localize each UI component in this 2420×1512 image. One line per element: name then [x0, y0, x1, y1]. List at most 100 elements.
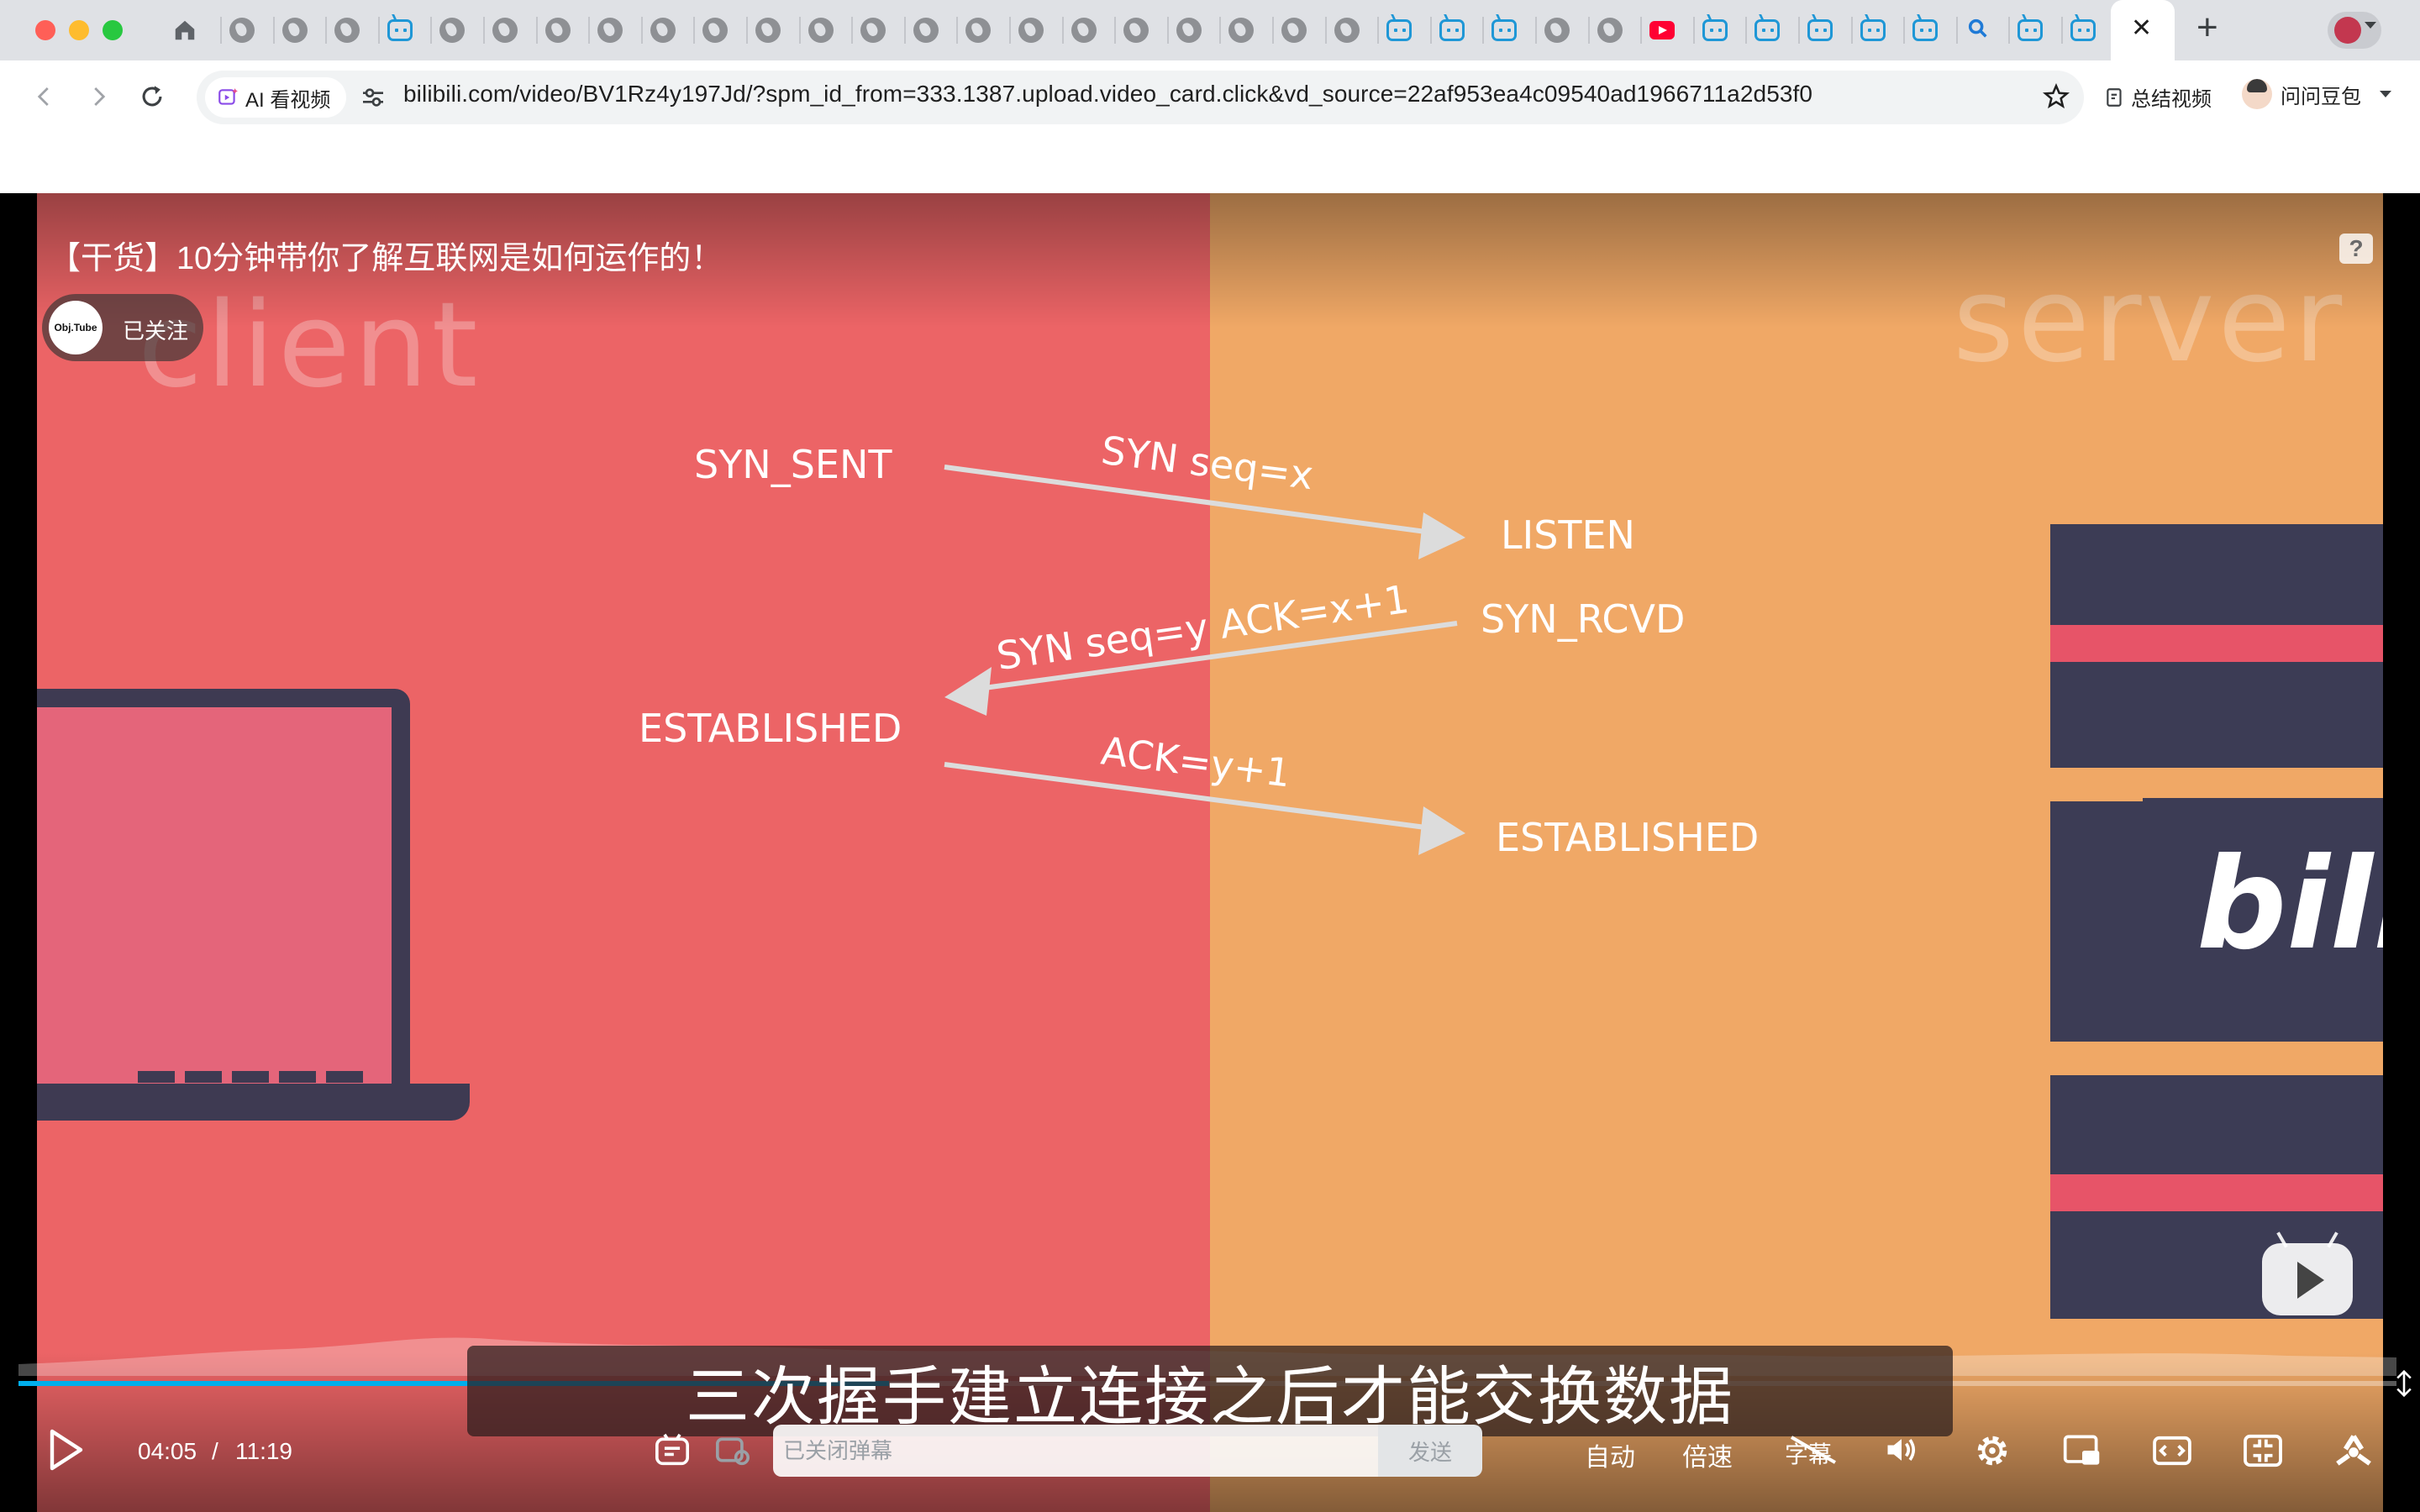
summarize-video-button[interactable]: 总结视频	[2104, 82, 2212, 112]
bilibili-tv-icon[interactable]	[2262, 1231, 2353, 1315]
tab-separator	[1324, 17, 1327, 44]
minimize-window-button[interactable]	[69, 20, 89, 40]
tab-bilibili-favicon[interactable]	[1489, 15, 1519, 45]
tab-separator	[535, 17, 538, 44]
globe-icon	[860, 18, 886, 43]
tab-globe-favicon[interactable]	[1595, 15, 1625, 45]
tab-separator	[2061, 17, 2063, 44]
tab-separator	[1692, 17, 1695, 44]
tab-search-favicon[interactable]	[1963, 15, 1993, 45]
reload-icon[interactable]	[138, 82, 166, 115]
tab-globe-favicon[interactable]	[1174, 15, 1204, 45]
globe-icon	[1334, 18, 1360, 43]
tab-globe-favicon[interactable]	[911, 15, 941, 45]
danmaku-settings-icon[interactable]	[714, 1433, 751, 1471]
play-button[interactable]	[47, 1428, 84, 1476]
back-icon[interactable]	[32, 82, 57, 115]
forward-icon[interactable]	[86, 82, 111, 115]
danmaku-toggle-icon[interactable]	[654, 1433, 691, 1471]
chevron-down-icon[interactable]	[2380, 91, 2391, 97]
danmaku-input[interactable]: 已关闭弹幕	[773, 1425, 1378, 1477]
site-settings-icon[interactable]	[360, 84, 387, 115]
tab-globe-favicon[interactable]	[543, 15, 573, 45]
tab-globe-favicon[interactable]	[1332, 15, 1362, 45]
tab-globe-favicon[interactable]	[1069, 15, 1099, 45]
home-icon[interactable]	[170, 15, 200, 45]
globe-icon	[808, 18, 834, 43]
tab-globe-favicon[interactable]	[595, 15, 625, 45]
listen-state: LISTEN	[1501, 512, 1635, 558]
tab-separator	[1429, 17, 1432, 44]
tab-globe-favicon[interactable]	[437, 15, 467, 45]
tab-globe-favicon[interactable]	[648, 15, 678, 45]
close-tab-icon[interactable]: ✕	[2131, 13, 2152, 43]
tab-bilibili-favicon[interactable]	[2068, 15, 2098, 45]
globe-icon	[439, 18, 466, 43]
tab-bilibili-favicon[interactable]	[1700, 15, 1730, 45]
video-frame[interactable]: client server bili SY	[37, 193, 2383, 1512]
fullscreen-icon[interactable]	[2333, 1431, 2375, 1474]
tab-bilibili-favicon[interactable]	[1437, 15, 1467, 45]
tab-globe-favicon[interactable]	[332, 15, 362, 45]
seek-cursor-icon[interactable]	[2393, 1369, 2415, 1404]
picture-in-picture-icon[interactable]	[2062, 1433, 2102, 1473]
tab-globe-favicon[interactable]	[806, 15, 836, 45]
bilibili-icon	[1754, 19, 1781, 41]
help-icon[interactable]: ?	[2339, 234, 2373, 264]
playback-speed-button[interactable]: 倍速	[1682, 1436, 1733, 1473]
tab-bilibili-favicon[interactable]	[1805, 15, 1835, 45]
total-time: 11:19	[235, 1438, 292, 1464]
tab-separator	[746, 17, 748, 44]
tab-globe-favicon[interactable]	[280, 15, 310, 45]
ask-doubao-button[interactable]: 问问豆包	[2242, 79, 2391, 109]
tab-strip	[0, 0, 2420, 60]
tab-globe-favicon[interactable]	[1226, 15, 1256, 45]
tab-separator	[640, 17, 643, 44]
tab-bilibili-favicon[interactable]	[1910, 15, 1940, 45]
tab-globe-favicon[interactable]	[963, 15, 993, 45]
globe-icon	[492, 18, 518, 43]
profile-menu[interactable]	[2328, 12, 2381, 49]
tab-youtube-favicon[interactable]	[1647, 15, 1677, 45]
tab-globe-favicon[interactable]	[490, 15, 520, 45]
bookmark-star-icon[interactable]	[2042, 82, 2070, 115]
ai-watch-video-button[interactable]: AI 看视频	[205, 77, 346, 118]
subtitle-toggle-button[interactable]: 字幕	[1785, 1431, 1836, 1468]
web-fullscreen-icon[interactable]	[2244, 1433, 2282, 1473]
bilibili-icon	[1807, 19, 1833, 41]
video-player[interactable]: client server bili SY	[0, 193, 2420, 1512]
tab-bilibili-favicon[interactable]	[385, 15, 415, 45]
tab-globe-favicon[interactable]	[1279, 15, 1309, 45]
tab-separator	[1219, 17, 1222, 44]
tab-separator	[1640, 17, 1643, 44]
tab-globe-favicon[interactable]	[858, 15, 888, 45]
tab-separator	[1850, 17, 1853, 44]
url-text[interactable]: bilibili.com/video/BV1Rz4y197Jd/?spm_id_…	[403, 81, 1812, 108]
tab-bilibili-favicon[interactable]	[1752, 15, 1782, 45]
tab-globe-favicon[interactable]	[753, 15, 783, 45]
widescreen-icon[interactable]	[2153, 1435, 2191, 1471]
tab-separator	[483, 17, 485, 44]
follow-status[interactable]: 已关注	[123, 314, 188, 345]
tab-globe-favicon[interactable]	[1121, 15, 1151, 45]
tab-separator	[1114, 17, 1117, 44]
bilibili-icon	[1912, 19, 1939, 41]
new-tab-button[interactable]: +	[2196, 7, 2218, 49]
tab-bilibili-favicon[interactable]	[1858, 15, 1888, 45]
tab-globe-favicon[interactable]	[227, 15, 257, 45]
tab-bilibili-favicon[interactable]	[1384, 15, 1414, 45]
bilibili-icon	[1386, 19, 1413, 41]
volume-icon[interactable]	[1882, 1431, 1921, 1473]
tab-bilibili-favicon[interactable]	[2015, 15, 2045, 45]
tab-globe-favicon[interactable]	[1016, 15, 1046, 45]
maximize-window-button[interactable]	[103, 20, 123, 40]
syn-sent-state: SYN_SENT	[694, 442, 892, 487]
tab-globe-favicon[interactable]	[700, 15, 730, 45]
send-danmaku-button[interactable]: 发送	[1378, 1425, 1482, 1477]
settings-gear-icon[interactable]	[1973, 1431, 2012, 1474]
quality-button[interactable]: 自动	[1585, 1436, 1635, 1473]
close-window-button[interactable]	[35, 20, 55, 40]
established-client-state: ESTABLISHED	[639, 706, 902, 751]
tab-globe-favicon[interactable]	[1542, 15, 1572, 45]
uploader-avatar[interactable]: Obj.Tube	[49, 301, 103, 354]
